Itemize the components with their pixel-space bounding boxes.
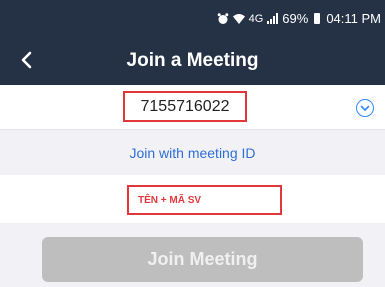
clock-time: 04:11 PM <box>326 11 381 26</box>
join-with-meeting-id-link[interactable]: Join with meeting ID <box>0 138 385 168</box>
wifi-icon <box>232 14 245 24</box>
page-title: Join a Meeting <box>126 50 259 71</box>
display-name-input[interactable]: TÊN + MÃ SV <box>127 185 282 215</box>
chevron-left-icon <box>21 51 32 69</box>
battery-icon <box>314 13 321 24</box>
cell-signal-icon <box>267 13 279 24</box>
alarm-icon <box>217 12 228 24</box>
signal-type-label: 4G <box>248 12 264 25</box>
meeting-history-dropdown[interactable] <box>356 99 374 117</box>
status-bar: 4G 69% 04:11 PM <box>0 0 385 37</box>
chevron-down-icon <box>360 105 370 111</box>
name-row: TÊN + MÃ SV <box>0 175 385 223</box>
back-button[interactable] <box>14 47 38 73</box>
header-bar: Join a Meeting <box>0 37 385 85</box>
meeting-id-input[interactable]: 7155716022 <box>123 91 247 122</box>
battery-percent: 69% <box>282 11 309 26</box>
meeting-id-row: 7155716022 <box>0 85 385 130</box>
join-meeting-button[interactable]: Join Meeting <box>42 237 363 282</box>
